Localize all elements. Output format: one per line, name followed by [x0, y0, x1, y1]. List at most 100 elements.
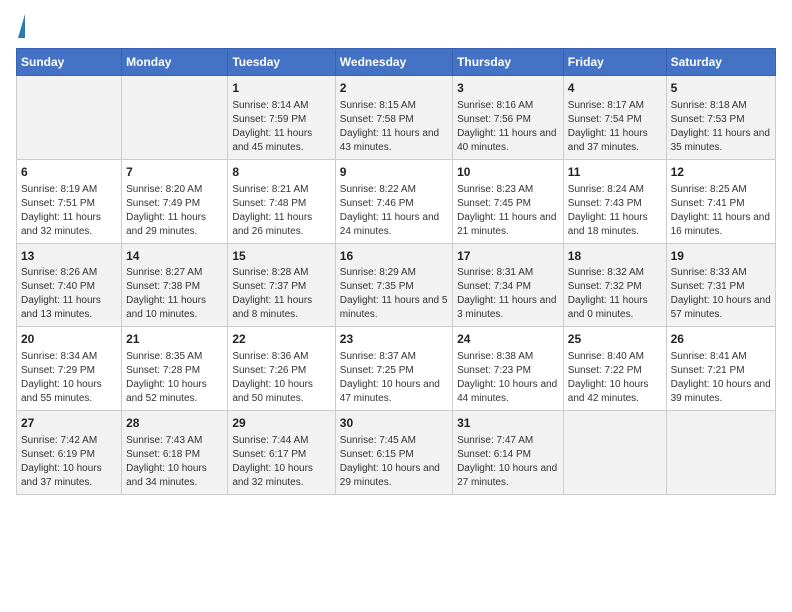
calendar-cell: 27 Sunrise: 7:42 AM Sunset: 6:19 PM Dayli…: [17, 411, 122, 495]
day-number: 20: [21, 331, 117, 348]
day-info: Sunrise: 8:36 AM Sunset: 7:26 PM Dayligh…: [232, 350, 330, 406]
calendar-cell: 29 Sunrise: 7:44 AM Sunset: 6:17 PM Dayli…: [228, 411, 335, 495]
day-info: Sunrise: 8:27 AM Sunset: 7:38 PM Dayligh…: [126, 266, 223, 322]
calendar-cell: 28Sunrise: 7:43 AM Sunset: 6:18 PM Dayli…: [122, 411, 228, 495]
calendar-week-row: 27 Sunrise: 7:42 AM Sunset: 6:19 PM Dayli…: [17, 411, 776, 495]
day-info: Sunrise: 8:35 AM Sunset: 7:28 PM Dayligh…: [126, 350, 223, 406]
calendar-cell: 5 Sunrise: 8:18 AM Sunset: 7:53 PM Daylig…: [666, 76, 775, 160]
day-number: 3: [457, 80, 559, 97]
day-info: Sunrise: 7:44 AM Sunset: 6:17 PM Dayligh…: [232, 434, 330, 490]
day-number: 27: [21, 415, 117, 432]
day-number: 30: [340, 415, 448, 432]
calendar-cell: 24 Sunrise: 8:38 AM Sunset: 7:23 PM Dayli…: [453, 327, 564, 411]
calendar-week-row: 20Sunrise: 8:34 AM Sunset: 7:29 PM Dayli…: [17, 327, 776, 411]
day-number: 14: [126, 248, 223, 265]
calendar-cell: 30 Sunrise: 7:45 AM Sunset: 6:15 PM Dayli…: [335, 411, 452, 495]
day-info: Sunrise: 8:15 AM Sunset: 7:58 PM Dayligh…: [340, 99, 448, 155]
day-info: Sunrise: 8:16 AM Sunset: 7:56 PM Dayligh…: [457, 99, 559, 155]
day-number: 12: [671, 164, 771, 181]
page-header: [16, 16, 776, 38]
day-info: Sunrise: 8:20 AM Sunset: 7:49 PM Dayligh…: [126, 183, 223, 239]
day-info: Sunrise: 8:24 AM Sunset: 7:43 PM Dayligh…: [568, 183, 662, 239]
day-number: 21: [126, 331, 223, 348]
day-info: Sunrise: 7:45 AM Sunset: 6:15 PM Dayligh…: [340, 434, 448, 490]
calendar-cell: 21 Sunrise: 8:35 AM Sunset: 7:28 PM Dayli…: [122, 327, 228, 411]
calendar-week-row: 13Sunrise: 8:26 AM Sunset: 7:40 PM Dayli…: [17, 243, 776, 327]
calendar-cell: 31 Sunrise: 7:47 AM Sunset: 6:14 PM Dayli…: [453, 411, 564, 495]
calendar-cell: [17, 76, 122, 160]
day-number: 7: [126, 164, 223, 181]
calendar-cell: 8 Sunrise: 8:21 AM Sunset: 7:48 PM Daylig…: [228, 159, 335, 243]
day-info: Sunrise: 8:41 AM Sunset: 7:21 PM Dayligh…: [671, 350, 771, 406]
day-number: 5: [671, 80, 771, 97]
calendar-body: 1 Sunrise: 8:14 AM Sunset: 7:59 PM Daylig…: [17, 76, 776, 495]
day-info: Sunrise: 8:26 AM Sunset: 7:40 PM Dayligh…: [21, 266, 117, 322]
day-number: 13: [21, 248, 117, 265]
day-number: 18: [568, 248, 662, 265]
header-cell-friday: Friday: [563, 49, 666, 76]
day-info: Sunrise: 7:43 AM Sunset: 6:18 PM Dayligh…: [126, 434, 223, 490]
day-number: 9: [340, 164, 448, 181]
calendar-cell: 17Sunrise: 8:31 AM Sunset: 7:34 PM Dayli…: [453, 243, 564, 327]
day-info: Sunrise: 7:42 AM Sunset: 6:19 PM Dayligh…: [21, 434, 117, 490]
day-number: 1: [232, 80, 330, 97]
header-cell-tuesday: Tuesday: [228, 49, 335, 76]
calendar-cell: [122, 76, 228, 160]
day-info: Sunrise: 8:32 AM Sunset: 7:32 PM Dayligh…: [568, 266, 662, 322]
day-info: Sunrise: 8:38 AM Sunset: 7:23 PM Dayligh…: [457, 350, 559, 406]
day-number: 8: [232, 164, 330, 181]
calendar-cell: 26 Sunrise: 8:41 AM Sunset: 7:21 PM Dayli…: [666, 327, 775, 411]
header-cell-monday: Monday: [122, 49, 228, 76]
calendar-week-row: 6 Sunrise: 8:19 AM Sunset: 7:51 PM Daylig…: [17, 159, 776, 243]
calendar-cell: 4 Sunrise: 8:17 AM Sunset: 7:54 PM Daylig…: [563, 76, 666, 160]
calendar-cell: 9Sunrise: 8:22 AM Sunset: 7:46 PM Daylig…: [335, 159, 452, 243]
day-number: 25: [568, 331, 662, 348]
calendar-cell: [563, 411, 666, 495]
day-info: Sunrise: 8:23 AM Sunset: 7:45 PM Dayligh…: [457, 183, 559, 239]
day-number: 24: [457, 331, 559, 348]
day-number: 15: [232, 248, 330, 265]
calendar-cell: [666, 411, 775, 495]
day-info: Sunrise: 8:14 AM Sunset: 7:59 PM Dayligh…: [232, 99, 330, 155]
day-number: 11: [568, 164, 662, 181]
day-info: Sunrise: 8:33 AM Sunset: 7:31 PM Dayligh…: [671, 266, 771, 322]
day-info: Sunrise: 8:31 AM Sunset: 7:34 PM Dayligh…: [457, 266, 559, 322]
calendar-cell: 19Sunrise: 8:33 AM Sunset: 7:31 PM Dayli…: [666, 243, 775, 327]
header-row: SundayMondayTuesdayWednesdayThursdayFrid…: [17, 49, 776, 76]
day-number: 31: [457, 415, 559, 432]
logo-triangle-icon: [18, 14, 25, 38]
calendar-cell: 16Sunrise: 8:29 AM Sunset: 7:35 PM Dayli…: [335, 243, 452, 327]
day-info: Sunrise: 8:19 AM Sunset: 7:51 PM Dayligh…: [21, 183, 117, 239]
day-number: 22: [232, 331, 330, 348]
calendar-cell: 25 Sunrise: 8:40 AM Sunset: 7:22 PM Dayli…: [563, 327, 666, 411]
day-info: Sunrise: 8:37 AM Sunset: 7:25 PM Dayligh…: [340, 350, 448, 406]
calendar-cell: 2 Sunrise: 8:15 AM Sunset: 7:58 PM Daylig…: [335, 76, 452, 160]
calendar-header: SundayMondayTuesdayWednesdayThursdayFrid…: [17, 49, 776, 76]
calendar-cell: 23Sunrise: 8:37 AM Sunset: 7:25 PM Dayli…: [335, 327, 452, 411]
day-info: Sunrise: 8:40 AM Sunset: 7:22 PM Dayligh…: [568, 350, 662, 406]
day-info: Sunrise: 8:25 AM Sunset: 7:41 PM Dayligh…: [671, 183, 771, 239]
day-info: Sunrise: 8:17 AM Sunset: 7:54 PM Dayligh…: [568, 99, 662, 155]
calendar-cell: 14Sunrise: 8:27 AM Sunset: 7:38 PM Dayli…: [122, 243, 228, 327]
day-info: Sunrise: 8:18 AM Sunset: 7:53 PM Dayligh…: [671, 99, 771, 155]
calendar-cell: 22 Sunrise: 8:36 AM Sunset: 7:26 PM Dayli…: [228, 327, 335, 411]
day-number: 19: [671, 248, 771, 265]
day-info: Sunrise: 8:21 AM Sunset: 7:48 PM Dayligh…: [232, 183, 330, 239]
calendar-cell: 7 Sunrise: 8:20 AM Sunset: 7:49 PM Daylig…: [122, 159, 228, 243]
calendar-table: SundayMondayTuesdayWednesdayThursdayFrid…: [16, 48, 776, 495]
day-number: 29: [232, 415, 330, 432]
day-number: 4: [568, 80, 662, 97]
calendar-cell: 3 Sunrise: 8:16 AM Sunset: 7:56 PM Daylig…: [453, 76, 564, 160]
day-number: 10: [457, 164, 559, 181]
day-info: Sunrise: 7:47 AM Sunset: 6:14 PM Dayligh…: [457, 434, 559, 490]
logo: [16, 16, 25, 38]
day-number: 2: [340, 80, 448, 97]
header-cell-sunday: Sunday: [17, 49, 122, 76]
calendar-cell: 20Sunrise: 8:34 AM Sunset: 7:29 PM Dayli…: [17, 327, 122, 411]
day-info: Sunrise: 8:28 AM Sunset: 7:37 PM Dayligh…: [232, 266, 330, 322]
day-number: 6: [21, 164, 117, 181]
calendar-cell: 12 Sunrise: 8:25 AM Sunset: 7:41 PM Dayli…: [666, 159, 775, 243]
day-number: 26: [671, 331, 771, 348]
calendar-cell: 15Sunrise: 8:28 AM Sunset: 7:37 PM Dayli…: [228, 243, 335, 327]
calendar-cell: 6 Sunrise: 8:19 AM Sunset: 7:51 PM Daylig…: [17, 159, 122, 243]
